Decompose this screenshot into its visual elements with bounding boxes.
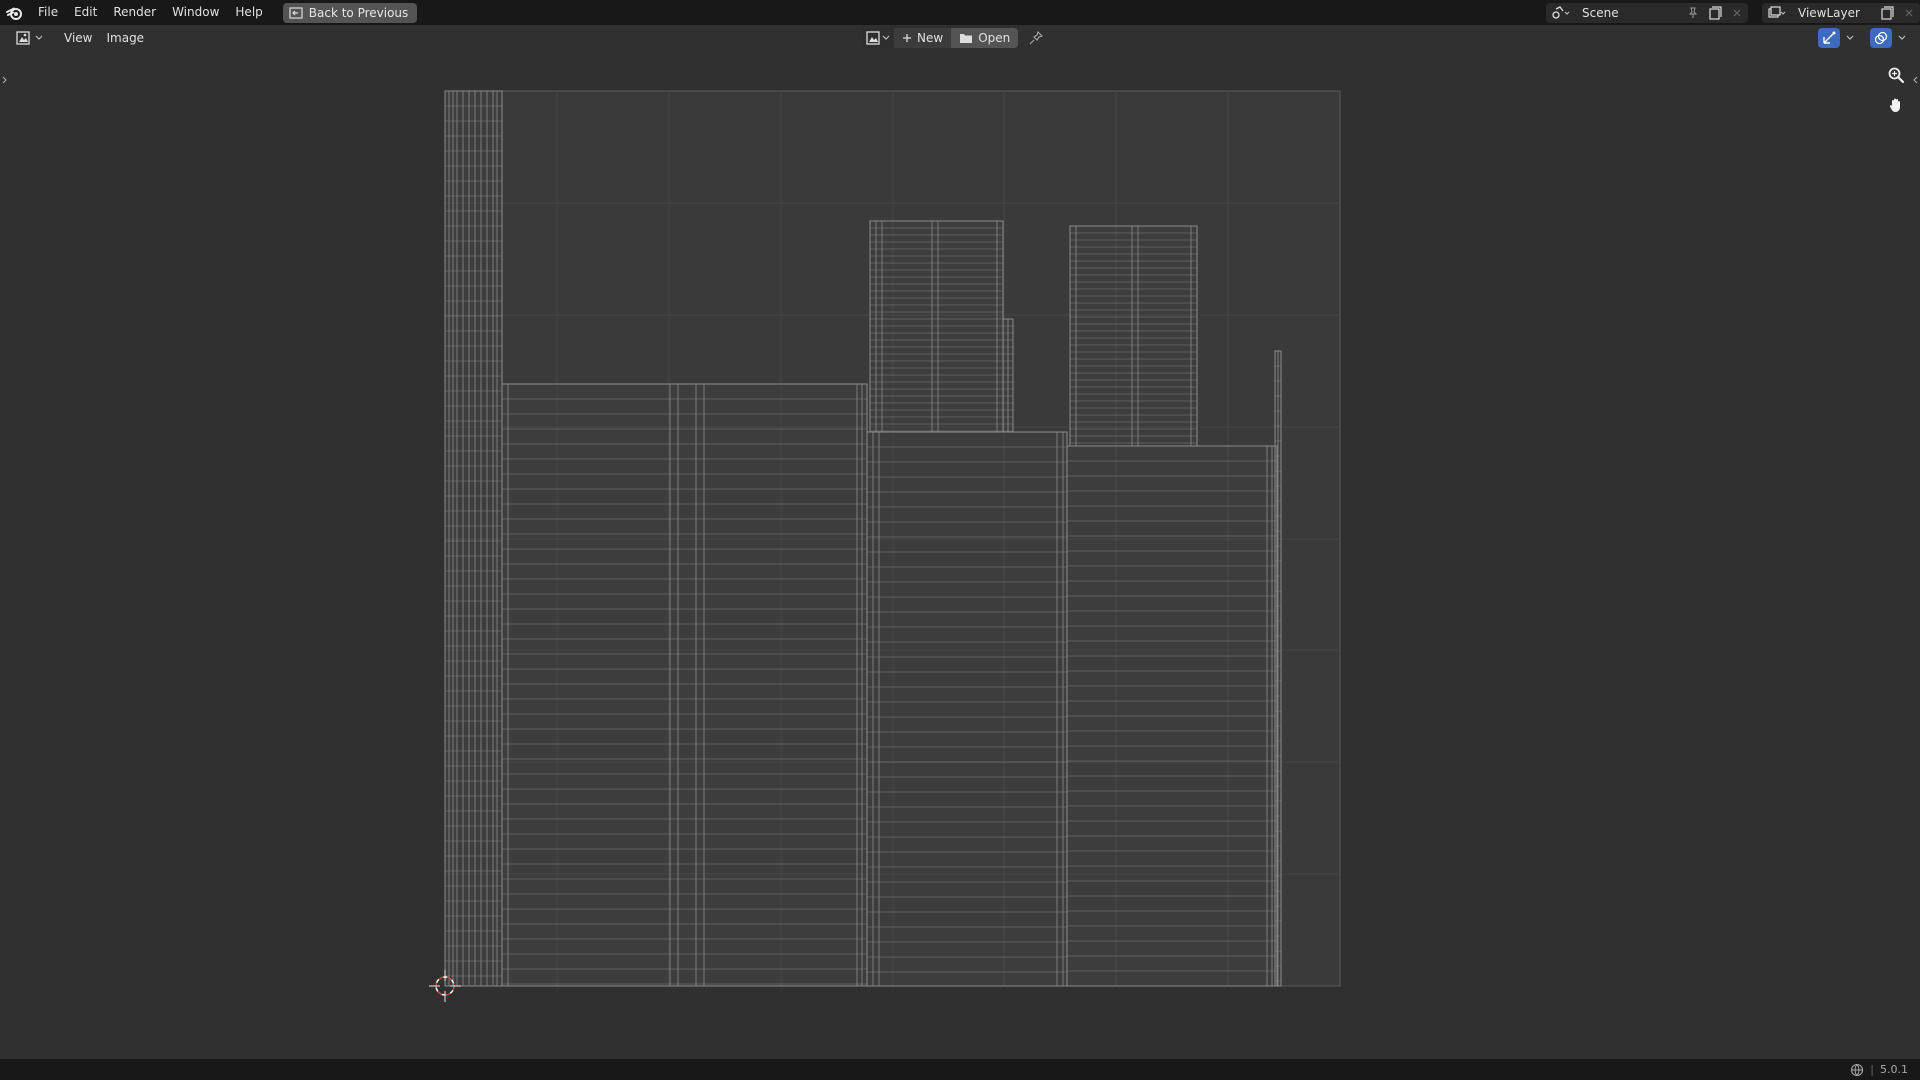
gizmo-icon [1823, 31, 1836, 44]
uv-island [1069, 225, 1198, 447]
new-scene-button[interactable] [1704, 2, 1726, 23]
open-image-button[interactable]: Open [951, 28, 1019, 48]
menu-window[interactable]: Window [164, 0, 227, 25]
render-layers-icon [1768, 5, 1786, 18]
header-right-tools [1818, 28, 1908, 48]
uv-island-outline [866, 431, 1068, 987]
image-editor-icon [16, 31, 30, 45]
image-datablock-tools: New Open [862, 28, 1046, 48]
menu-help[interactable]: Help [227, 0, 270, 25]
topbar-right-section: Scene ViewLayer [1546, 0, 1920, 25]
image-editor-header: View Image New Open [0, 25, 1920, 51]
overlays-icon [1874, 31, 1888, 45]
new-view-layer-button[interactable] [1876, 2, 1898, 23]
uv-editor-viewport[interactable] [0, 51, 1920, 1059]
pan-button[interactable] [1884, 93, 1908, 117]
gizmo-toggle-button[interactable] [1818, 28, 1840, 48]
gizmo-options-dropdown[interactable] [1844, 28, 1856, 48]
image-browse-icon [866, 31, 880, 45]
chevron-down-icon [882, 35, 890, 40]
uv-island-outline [444, 90, 503, 987]
new-image-label: New [917, 31, 944, 45]
back-screen-icon [289, 6, 303, 19]
navigation-gizmo [1884, 63, 1908, 117]
back-to-previous-label: Back to Previous [308, 5, 409, 20]
status-separator: | [1870, 1063, 1874, 1076]
browse-image-dropdown[interactable] [862, 28, 894, 48]
menu-image[interactable]: Image [99, 25, 151, 51]
editor-type-dropdown[interactable] [12, 28, 47, 48]
view-layer-name: ViewLayer [1798, 5, 1860, 20]
scene-name-field[interactable]: Scene [1576, 2, 1682, 23]
zoom-icon [1888, 67, 1905, 84]
overlays-toggle-button[interactable] [1870, 28, 1892, 48]
plus-icon [903, 34, 911, 42]
hand-icon [1889, 98, 1900, 112]
blender-version: 5.0.1 [1880, 1063, 1908, 1076]
overlays-options-dropdown[interactable] [1896, 28, 1908, 48]
view-layer-selector-dropdown[interactable] [1762, 2, 1792, 23]
top-menu-bar: File Edit Render Window Help Back to Pre… [0, 0, 1920, 25]
chevron-down-icon [1846, 35, 1854, 40]
scene-name: Scene [1582, 5, 1619, 20]
duplicate-icon [1881, 5, 1894, 20]
pin-icon [1688, 7, 1698, 18]
menu-render[interactable]: Render [105, 0, 164, 25]
view-layer-name-field[interactable]: ViewLayer [1792, 2, 1876, 23]
delete-scene-button[interactable] [1726, 2, 1748, 23]
menu-file[interactable]: File [30, 0, 66, 25]
uv-island [866, 431, 1068, 987]
scene-selector-dropdown[interactable] [1546, 2, 1576, 23]
blender-logo-icon[interactable] [0, 0, 30, 25]
uv-island [1274, 350, 1282, 987]
menu-edit[interactable]: Edit [66, 0, 105, 25]
pin-scene-button[interactable] [1682, 2, 1704, 23]
uv-island-outline [1069, 225, 1198, 447]
uv-island-outline [869, 220, 1004, 433]
uv-island [1002, 318, 1014, 433]
menu-view[interactable]: View [57, 25, 99, 51]
uv-island [869, 220, 1004, 433]
chevron-down-icon [1898, 35, 1906, 40]
uv-island [444, 90, 503, 987]
new-image-button[interactable]: New [894, 28, 952, 48]
close-icon [1905, 9, 1913, 16]
pin-image-button[interactable] [1026, 28, 1046, 48]
pin-icon [1029, 31, 1044, 45]
zoom-button[interactable] [1884, 63, 1908, 87]
close-icon [1733, 9, 1741, 16]
delete-view-layer-button[interactable] [1898, 2, 1920, 23]
chevron-down-icon [35, 35, 43, 40]
open-image-label: Open [978, 31, 1011, 45]
uv-layout-canvas[interactable] [0, 51, 1920, 1059]
scene-icon [1552, 5, 1570, 19]
duplicate-icon [1709, 5, 1722, 20]
back-to-previous-button[interactable]: Back to Previous [282, 2, 418, 23]
status-bar: | 5.0.1 [0, 1059, 1920, 1080]
globe-icon [1851, 1063, 1864, 1076]
uv-island [1066, 445, 1278, 987]
folder-icon [960, 34, 973, 43]
uv-island [501, 383, 868, 987]
